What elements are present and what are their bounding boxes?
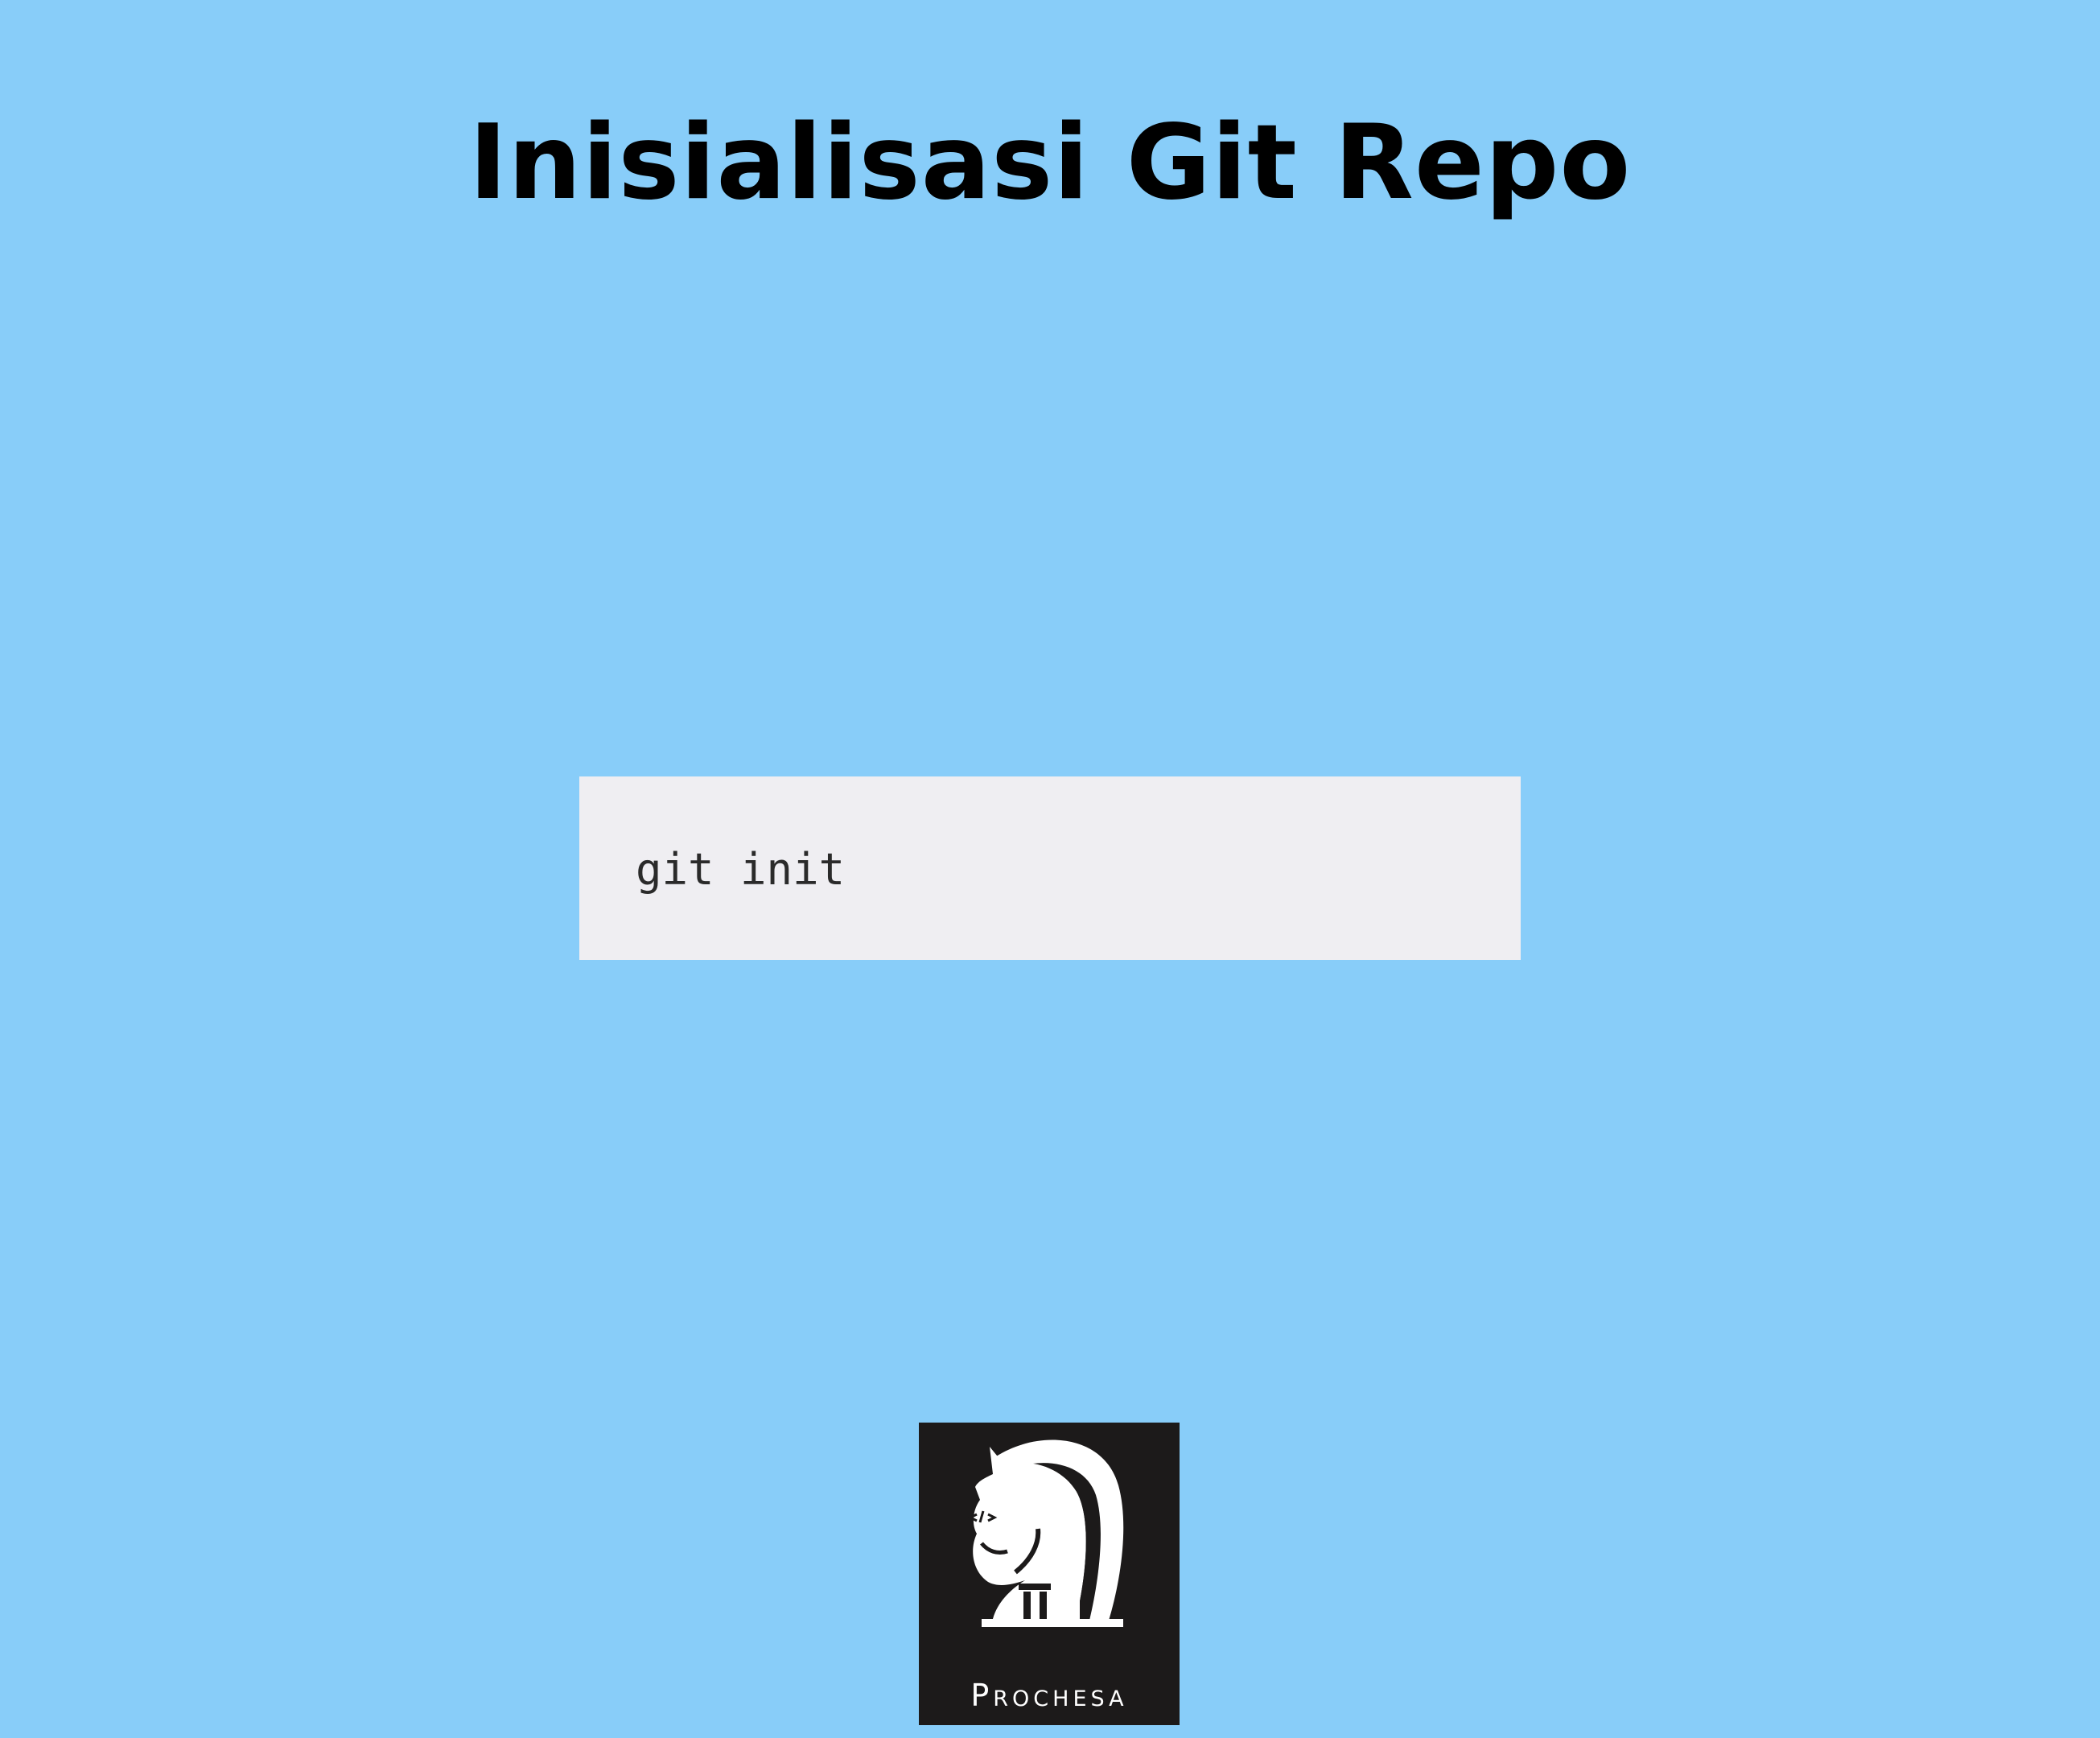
- logo-wordmark: Prochesa: [970, 1678, 1128, 1713]
- prochesa-logo: Prochesa: [919, 1423, 1180, 1725]
- slide-title: Inisialisasi Git Repo: [468, 103, 1632, 223]
- code-command: git init: [636, 844, 846, 895]
- code-block: git init: [579, 776, 1521, 960]
- knight-horse-icon: [967, 1439, 1124, 1627]
